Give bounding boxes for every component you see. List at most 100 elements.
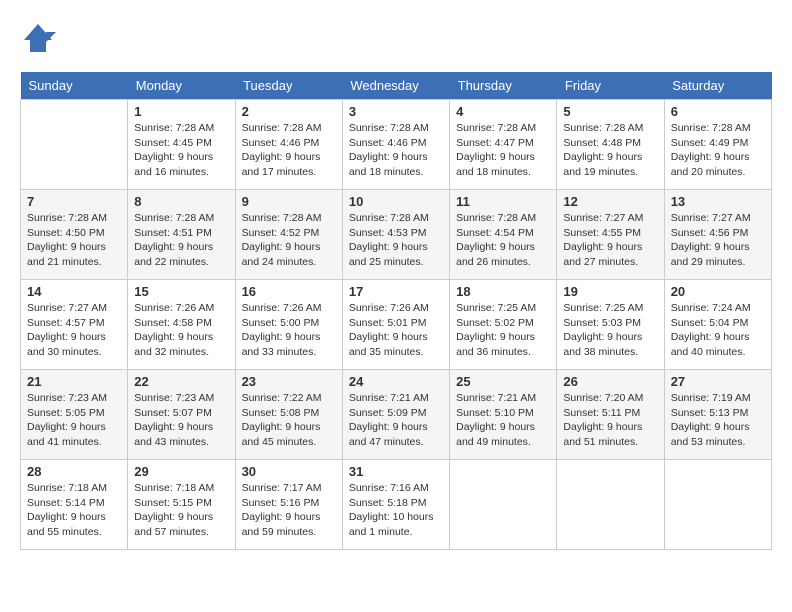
calendar-cell: 21 Sunrise: 7:23 AM Sunset: 5:05 PM Dayli… bbox=[21, 370, 128, 460]
day-number: 24 bbox=[349, 374, 443, 389]
header-thursday: Thursday bbox=[450, 72, 557, 100]
calendar-cell: 1 Sunrise: 7:28 AM Sunset: 4:45 PM Daylig… bbox=[128, 100, 235, 190]
logo bbox=[20, 20, 60, 56]
day-info: Sunrise: 7:16 AM Sunset: 5:18 PM Dayligh… bbox=[349, 481, 443, 540]
day-number: 2 bbox=[242, 104, 336, 119]
day-number: 11 bbox=[456, 194, 550, 209]
day-info: Sunrise: 7:26 AM Sunset: 5:00 PM Dayligh… bbox=[242, 301, 336, 360]
calendar-cell: 10 Sunrise: 7:28 AM Sunset: 4:53 PM Dayli… bbox=[342, 190, 449, 280]
day-info: Sunrise: 7:28 AM Sunset: 4:45 PM Dayligh… bbox=[134, 121, 228, 180]
calendar-cell bbox=[450, 460, 557, 550]
calendar-cell: 12 Sunrise: 7:27 AM Sunset: 4:55 PM Dayli… bbox=[557, 190, 664, 280]
header-tuesday: Tuesday bbox=[235, 72, 342, 100]
day-info: Sunrise: 7:18 AM Sunset: 5:14 PM Dayligh… bbox=[27, 481, 121, 540]
calendar-cell: 22 Sunrise: 7:23 AM Sunset: 5:07 PM Dayli… bbox=[128, 370, 235, 460]
calendar-cell: 3 Sunrise: 7:28 AM Sunset: 4:46 PM Daylig… bbox=[342, 100, 449, 190]
day-number: 13 bbox=[671, 194, 765, 209]
calendar-cell: 23Sunrise: 7:22 AM Sunset: 5:08 PM Dayli… bbox=[235, 370, 342, 460]
day-info: Sunrise: 7:28 AM Sunset: 4:46 PM Dayligh… bbox=[242, 121, 336, 180]
calendar-cell: 28Sunrise: 7:18 AM Sunset: 5:14 PM Dayli… bbox=[21, 460, 128, 550]
day-info: Sunrise: 7:28 AM Sunset: 4:53 PM Dayligh… bbox=[349, 211, 443, 270]
day-number: 14 bbox=[27, 284, 121, 299]
day-info: Sunrise: 7:28 AM Sunset: 4:48 PM Dayligh… bbox=[563, 121, 657, 180]
day-info: Sunrise: 7:25 AM Sunset: 5:02 PM Dayligh… bbox=[456, 301, 550, 360]
day-number: 3 bbox=[349, 104, 443, 119]
day-info: Sunrise: 7:28 AM Sunset: 4:51 PM Dayligh… bbox=[134, 211, 228, 270]
header-saturday: Saturday bbox=[664, 72, 771, 100]
week-row-2: 7 Sunrise: 7:28 AM Sunset: 4:50 PM Daylig… bbox=[21, 190, 772, 280]
day-number: 31 bbox=[349, 464, 443, 479]
calendar-header-row: SundayMondayTuesdayWednesdayThursdayFrid… bbox=[21, 72, 772, 100]
day-info: Sunrise: 7:28 AM Sunset: 4:47 PM Dayligh… bbox=[456, 121, 550, 180]
calendar-cell: 27 Sunrise: 7:19 AM Sunset: 5:13 PM Dayli… bbox=[664, 370, 771, 460]
day-number: 10 bbox=[349, 194, 443, 209]
calendar-cell: 2 Sunrise: 7:28 AM Sunset: 4:46 PM Daylig… bbox=[235, 100, 342, 190]
day-number: 12 bbox=[563, 194, 657, 209]
calendar-cell: 17 Sunrise: 7:26 AM Sunset: 5:01 PM Dayli… bbox=[342, 280, 449, 370]
day-number: 17 bbox=[349, 284, 443, 299]
calendar-cell: 7 Sunrise: 7:28 AM Sunset: 4:50 PM Daylig… bbox=[21, 190, 128, 280]
day-info: Sunrise: 7:28 AM Sunset: 4:49 PM Dayligh… bbox=[671, 121, 765, 180]
header-sunday: Sunday bbox=[21, 72, 128, 100]
day-number: 21 bbox=[27, 374, 121, 389]
day-number: 6 bbox=[671, 104, 765, 119]
day-number: 7 bbox=[27, 194, 121, 209]
day-info: Sunrise: 7:27 AM Sunset: 4:57 PM Dayligh… bbox=[27, 301, 121, 360]
day-info: Sunrise: 7:28 AM Sunset: 4:52 PM Dayligh… bbox=[242, 211, 336, 270]
day-number: 1 bbox=[134, 104, 228, 119]
calendar-cell: 24 Sunrise: 7:21 AM Sunset: 5:09 PM Dayli… bbox=[342, 370, 449, 460]
day-number: 15 bbox=[134, 284, 228, 299]
day-info: Sunrise: 7:23 AM Sunset: 5:05 PM Dayligh… bbox=[27, 391, 121, 450]
day-info: Sunrise: 7:20 AM Sunset: 5:11 PM Dayligh… bbox=[563, 391, 657, 450]
day-info: Sunrise: 7:17 AM Sunset: 5:16 PM Dayligh… bbox=[242, 481, 336, 540]
calendar-cell: 26Sunrise: 7:20 AM Sunset: 5:11 PM Dayli… bbox=[557, 370, 664, 460]
calendar-cell: 9 Sunrise: 7:28 AM Sunset: 4:52 PM Daylig… bbox=[235, 190, 342, 280]
day-info: Sunrise: 7:22 AM Sunset: 5:08 PM Dayligh… bbox=[242, 391, 336, 450]
day-info: Sunrise: 7:25 AM Sunset: 5:03 PM Dayligh… bbox=[563, 301, 657, 360]
day-info: Sunrise: 7:18 AM Sunset: 5:15 PM Dayligh… bbox=[134, 481, 228, 540]
week-row-4: 21 Sunrise: 7:23 AM Sunset: 5:05 PM Dayli… bbox=[21, 370, 772, 460]
day-number: 20 bbox=[671, 284, 765, 299]
calendar-cell: 13Sunrise: 7:27 AM Sunset: 4:56 PM Dayli… bbox=[664, 190, 771, 280]
calendar-cell: 15 Sunrise: 7:26 AM Sunset: 4:58 PM Dayli… bbox=[128, 280, 235, 370]
day-number: 30 bbox=[242, 464, 336, 479]
logo-icon bbox=[20, 20, 56, 56]
day-number: 25 bbox=[456, 374, 550, 389]
day-info: Sunrise: 7:26 AM Sunset: 5:01 PM Dayligh… bbox=[349, 301, 443, 360]
calendar-cell: 30 Sunrise: 7:17 AM Sunset: 5:16 PM Dayli… bbox=[235, 460, 342, 550]
day-info: Sunrise: 7:19 AM Sunset: 5:13 PM Dayligh… bbox=[671, 391, 765, 450]
day-info: Sunrise: 7:21 AM Sunset: 5:09 PM Dayligh… bbox=[349, 391, 443, 450]
day-number: 9 bbox=[242, 194, 336, 209]
week-row-1: 1 Sunrise: 7:28 AM Sunset: 4:45 PM Daylig… bbox=[21, 100, 772, 190]
day-number: 18 bbox=[456, 284, 550, 299]
calendar-cell: 19 Sunrise: 7:25 AM Sunset: 5:03 PM Dayli… bbox=[557, 280, 664, 370]
day-number: 19 bbox=[563, 284, 657, 299]
calendar-cell: 6 Sunrise: 7:28 AM Sunset: 4:49 PM Daylig… bbox=[664, 100, 771, 190]
day-number: 22 bbox=[134, 374, 228, 389]
day-info: Sunrise: 7:24 AM Sunset: 5:04 PM Dayligh… bbox=[671, 301, 765, 360]
header bbox=[20, 20, 772, 56]
day-info: Sunrise: 7:23 AM Sunset: 5:07 PM Dayligh… bbox=[134, 391, 228, 450]
calendar-cell bbox=[664, 460, 771, 550]
calendar-cell: 14 Sunrise: 7:27 AM Sunset: 4:57 PM Dayli… bbox=[21, 280, 128, 370]
day-number: 4 bbox=[456, 104, 550, 119]
day-info: Sunrise: 7:27 AM Sunset: 4:55 PM Dayligh… bbox=[563, 211, 657, 270]
week-row-5: 28Sunrise: 7:18 AM Sunset: 5:14 PM Dayli… bbox=[21, 460, 772, 550]
day-info: Sunrise: 7:21 AM Sunset: 5:10 PM Dayligh… bbox=[456, 391, 550, 450]
day-info: Sunrise: 7:28 AM Sunset: 4:50 PM Dayligh… bbox=[27, 211, 121, 270]
header-friday: Friday bbox=[557, 72, 664, 100]
calendar-cell: 16Sunrise: 7:26 AM Sunset: 5:00 PM Dayli… bbox=[235, 280, 342, 370]
calendar-cell: 18 Sunrise: 7:25 AM Sunset: 5:02 PM Dayli… bbox=[450, 280, 557, 370]
day-info: Sunrise: 7:26 AM Sunset: 4:58 PM Dayligh… bbox=[134, 301, 228, 360]
calendar-cell bbox=[21, 100, 128, 190]
day-number: 27 bbox=[671, 374, 765, 389]
day-number: 29 bbox=[134, 464, 228, 479]
calendar: SundayMondayTuesdayWednesdayThursdayFrid… bbox=[20, 72, 772, 550]
calendar-cell: 31 Sunrise: 7:16 AM Sunset: 5:18 PM Dayli… bbox=[342, 460, 449, 550]
calendar-cell: 11Sunrise: 7:28 AM Sunset: 4:54 PM Dayli… bbox=[450, 190, 557, 280]
calendar-cell: 25 Sunrise: 7:21 AM Sunset: 5:10 PM Dayli… bbox=[450, 370, 557, 460]
calendar-cell bbox=[557, 460, 664, 550]
day-info: Sunrise: 7:28 AM Sunset: 4:46 PM Dayligh… bbox=[349, 121, 443, 180]
day-number: 5 bbox=[563, 104, 657, 119]
header-monday: Monday bbox=[128, 72, 235, 100]
